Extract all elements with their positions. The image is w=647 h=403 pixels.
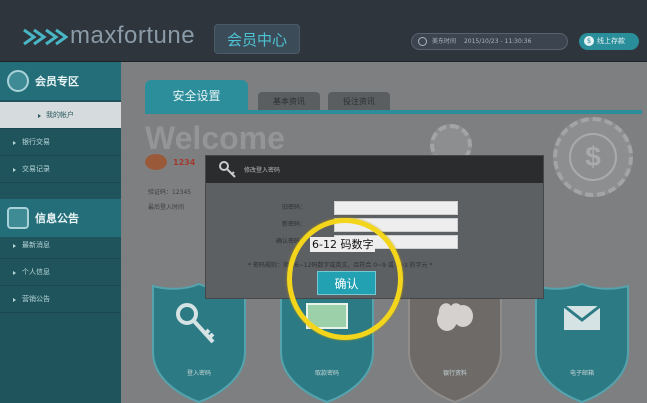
welcome-heading: Welcome <box>145 120 285 156</box>
tab-basic-info[interactable]: 基本资讯 <box>258 92 320 112</box>
sidebar-item-transaction-records[interactable]: 交易记录 <box>0 156 121 183</box>
email-shield[interactable]: 电子邮箱 <box>534 282 630 403</box>
top-header: maxfortune 会员中心 美东时间 2015/10/23 - 11:30:… <box>0 0 647 62</box>
shield-label: 电子邮箱 <box>569 370 594 377</box>
online-deposit-button[interactable]: $ 线上存款 <box>579 33 639 50</box>
arrow-icon <box>13 244 16 248</box>
sidebar-item-personal-info[interactable]: 个人信息 <box>0 259 121 286</box>
confirm-password-label: 确认密码： <box>275 238 306 245</box>
time-value: 2015/10/23 - 11:30:36 <box>463 38 532 45</box>
shield-icon <box>408 282 502 403</box>
tab-security-settings[interactable]: 安全设置 <box>145 80 248 112</box>
section-title: 会员专区 <box>35 75 79 88</box>
highlight-circle <box>287 218 403 340</box>
verification-code: 验证码：12345 <box>148 189 192 196</box>
member-center-button[interactable]: 会员中心 <box>214 24 300 54</box>
server-time: 美东时间 2015/10/23 - 11:30:36 <box>411 33 568 50</box>
sidebar-section-member[interactable]: 会员专区 <box>0 62 121 100</box>
sidebar-item-latest-news[interactable]: 最新消息 <box>0 232 121 259</box>
shield-label: 登入密码 <box>186 370 211 377</box>
piggy-bank-icon <box>145 154 167 170</box>
chat-icon <box>7 207 29 229</box>
arrow-icon <box>13 168 16 172</box>
sidebar-item-label: 营销公告 <box>22 295 50 303</box>
shield-icon <box>535 282 629 403</box>
shield-icon <box>152 282 246 403</box>
dialog-header: 修改登入密码 <box>206 156 543 183</box>
arrow-icon <box>13 141 16 145</box>
dollar-icon: $ <box>584 36 594 46</box>
key-icon <box>219 161 236 178</box>
dollar-icon: $ <box>569 133 617 181</box>
tab-underline <box>145 110 642 114</box>
clock-icon <box>418 37 427 46</box>
bank-info-shield[interactable]: 银行资料 <box>407 282 503 403</box>
sidebar-item-label: 交易记录 <box>22 165 50 173</box>
arrow-icon <box>38 114 41 118</box>
old-password-row: 旧密码： <box>206 201 543 215</box>
sidebar-item-label: 银行交易 <box>22 138 50 146</box>
shield-label: 取款密码 <box>314 370 339 377</box>
sidebar-item-my-account[interactable]: 我的帐户 <box>0 102 135 129</box>
shield-label: 银行资料 <box>442 370 467 377</box>
dialog-title: 修改登入密码 <box>244 167 281 174</box>
login-password-shield[interactable]: 登入密码 <box>151 282 247 403</box>
tab-betting-info[interactable]: 投注资讯 <box>328 92 390 112</box>
sidebar-item-label: 最新消息 <box>22 241 50 249</box>
new-password-label: 新密码： <box>281 221 306 228</box>
old-password-label: 旧密码： <box>281 204 306 211</box>
arrow-icon <box>13 298 16 302</box>
deposit-label: 线上存款 <box>597 37 625 45</box>
casino-chip-icon: $ <box>553 117 633 197</box>
sidebar-item-bank-transactions[interactable]: 银行交易 <box>0 129 121 156</box>
sidebar-item-label: 我的帐户 <box>46 111 74 119</box>
sidebar-item-marketing[interactable]: 营销公告 <box>0 286 121 313</box>
logo-icon <box>23 28 68 46</box>
sidebar-item-label: 个人信息 <box>22 268 50 276</box>
arrow-icon <box>13 271 16 275</box>
old-password-input[interactable] <box>334 201 458 215</box>
last-login-time: 最后登入时间 <box>148 204 185 211</box>
section-title: 信息公告 <box>35 212 79 225</box>
time-label: 美东时间 <box>432 38 457 45</box>
brand-name: maxfortune <box>70 22 196 49</box>
user-icon <box>7 70 29 92</box>
sidebar: 会员专区 我的帐户 银行交易 交易记录 信息公告 最新消息 个人信息 营销公告 <box>0 62 135 403</box>
balance-value: 1234 <box>173 158 196 167</box>
